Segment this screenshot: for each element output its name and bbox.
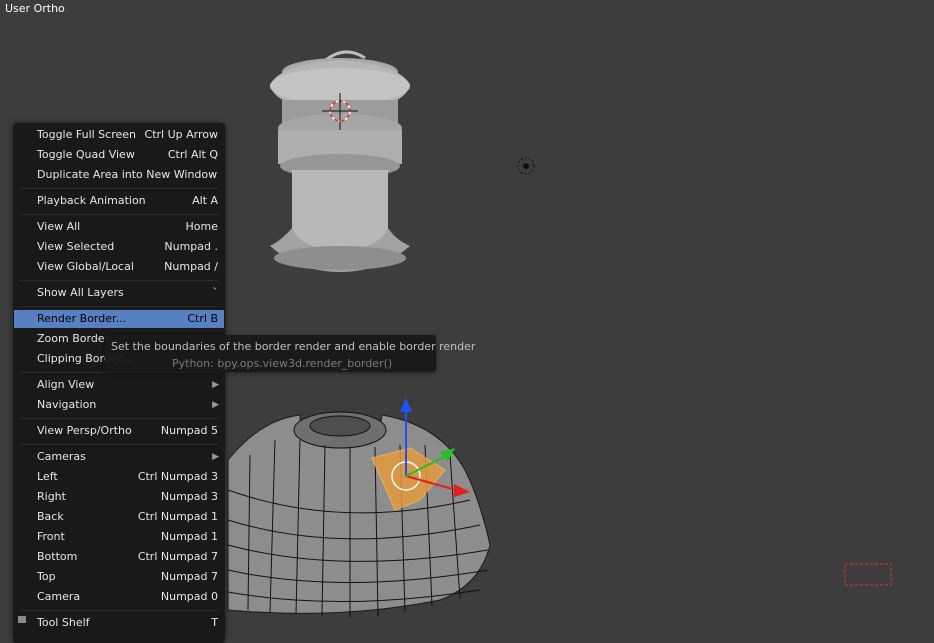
menu-item-back[interactable]: Back Ctrl Numpad 1: [14, 508, 224, 526]
menu-item-view-global-local[interactable]: View Global/Local Numpad /: [14, 258, 224, 276]
menu-separator: [19, 610, 219, 611]
menu-separator: [19, 214, 219, 215]
menu-separator: [19, 444, 219, 445]
menu-separator: [19, 418, 219, 419]
menu-item-camera[interactable]: Camera Numpad 0: [14, 588, 224, 606]
menu-item-navigation[interactable]: Navigation ▶: [14, 396, 224, 414]
lantern-object[interactable]: [270, 50, 410, 272]
render-border-rect: [844, 563, 892, 586]
tool-shelf-icon: [18, 616, 26, 623]
menu-item-right[interactable]: Right Numpad 3: [14, 488, 224, 506]
menu-item-render-border[interactable]: Render Border... Ctrl B: [14, 310, 224, 328]
menu-separator: [19, 188, 219, 189]
submenu-arrow-icon: ▶: [212, 452, 219, 462]
lamp-icon[interactable]: [517, 157, 535, 175]
menu-item-view-selected[interactable]: View Selected Numpad .: [14, 238, 224, 256]
menu-item-left[interactable]: Left Ctrl Numpad 3: [14, 468, 224, 486]
menu-item-tool-shelf[interactable]: Tool Shelf T: [14, 614, 224, 632]
menu-item-playback-animation[interactable]: Playback Animation Alt A: [14, 192, 224, 210]
menu-item-toggle-full-screen[interactable]: Toggle Full Screen Ctrl Up Arrow: [14, 126, 224, 144]
tooltip-python: Python: bpy.ops.view3d.render_border(): [172, 357, 393, 370]
menu-item-align-view[interactable]: Align View ▶: [14, 376, 224, 394]
menu-item-view-persp-ortho[interactable]: View Persp/Ortho Numpad 5: [14, 422, 224, 440]
menu-item-view-all[interactable]: View All Home: [14, 218, 224, 236]
menu-item-top[interactable]: Top Numpad 7: [14, 568, 224, 586]
view-menu: Toggle Full Screen Ctrl Up Arrow Toggle Q…: [13, 123, 225, 643]
tooltip-description: Set the boundaries of the border render …: [111, 340, 476, 353]
menu-item-bottom[interactable]: Bottom Ctrl Numpad 7: [14, 548, 224, 566]
menu-item-show-all-layers[interactable]: Show All Layers `: [14, 284, 224, 302]
menu-item-toggle-quad-view[interactable]: Toggle Quad View Ctrl Alt Q: [14, 146, 224, 164]
tooltip-render-border: Set the boundaries of the border render …: [105, 335, 475, 372]
submenu-arrow-icon: ▶: [212, 380, 219, 390]
menu-separator: [19, 280, 219, 281]
menu-separator: [19, 372, 219, 373]
edit-mesh-object[interactable]: [227, 411, 491, 618]
submenu-arrow-icon: ▶: [212, 400, 219, 410]
menu-item-duplicate-area[interactable]: Duplicate Area into New Window: [14, 166, 224, 184]
menu-item-cameras[interactable]: Cameras ▶: [14, 448, 224, 466]
menu-item-front[interactable]: Front Numpad 1: [14, 528, 224, 546]
menu-separator: [19, 306, 219, 307]
